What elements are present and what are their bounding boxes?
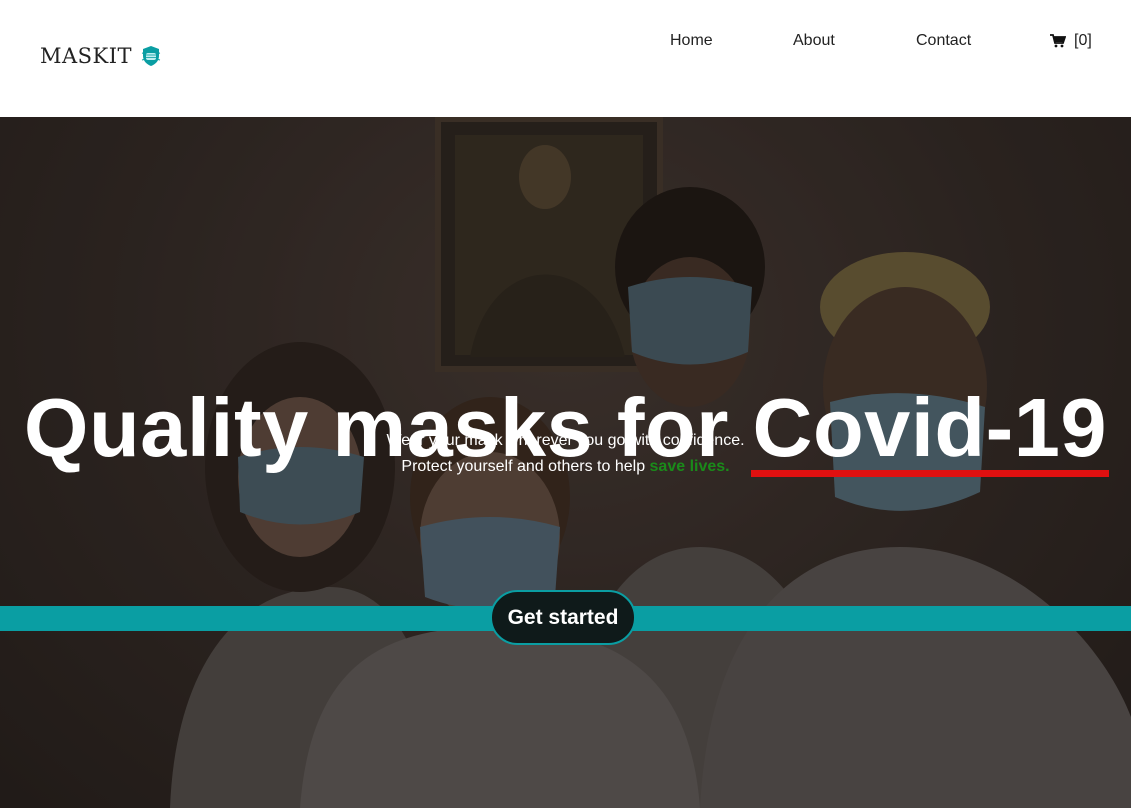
headline-highlight: Covid-19 — [750, 380, 1109, 477]
logo[interactable]: MASKIT — [40, 44, 162, 68]
site-header: MASKIT Home About Contact [0] — [0, 0, 1131, 117]
get-started-button[interactable]: Get started — [490, 590, 636, 645]
nav-about-link[interactable]: About — [793, 32, 835, 50]
hero-section: Quality masks for Covid-19 Wear your mas… — [0, 117, 1131, 808]
hero-subtitle-line2: Protect yourself and others to help save… — [0, 458, 1131, 476]
cart-icon — [1050, 34, 1066, 48]
logo-text: MASKIT — [40, 44, 133, 68]
save-lives-highlight: save lives. — [649, 458, 730, 475]
mask-shield-icon — [140, 45, 162, 67]
nav-home-link[interactable]: Home — [670, 32, 713, 50]
cart-count: [0] — [1074, 32, 1092, 49]
hero-headline: Quality masks for Covid-19 — [0, 380, 1131, 477]
hero-subtitle-line1: Wear your mask wherever you go with conf… — [386, 432, 745, 449]
cart-button[interactable]: [0] — [1050, 32, 1092, 50]
nav-contact-link[interactable]: Contact — [916, 32, 971, 50]
subtitle-prefix: Protect yourself and others to help — [401, 458, 650, 475]
